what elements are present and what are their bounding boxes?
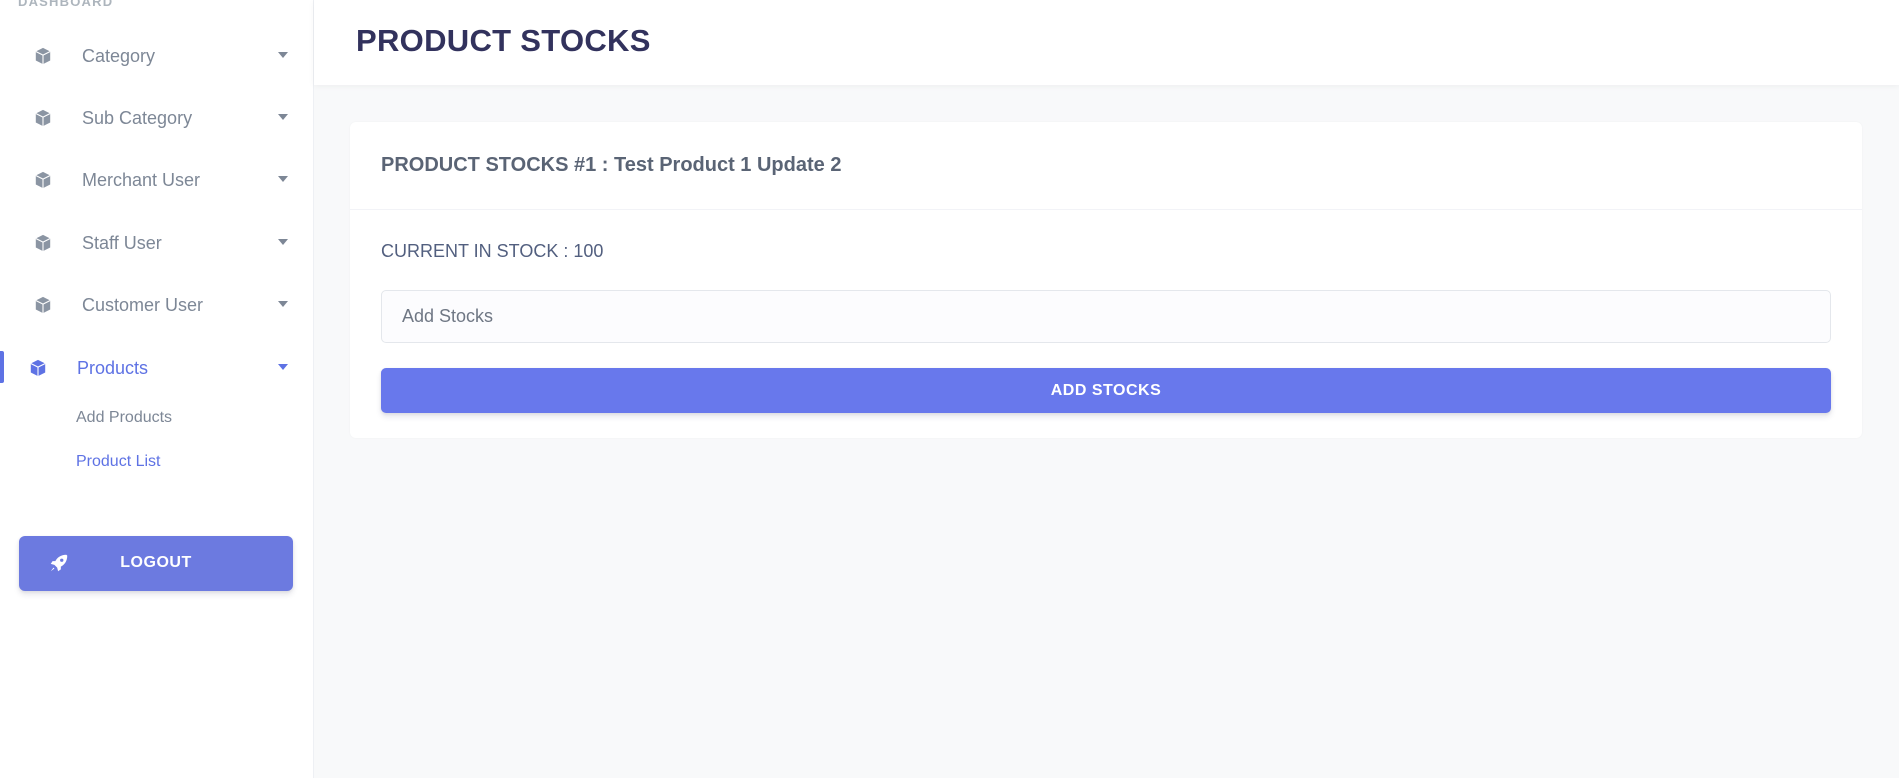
chevron-down-icon	[278, 176, 288, 182]
sidebar-section-heading: DASHBOARD	[18, 0, 114, 9]
sidebar-item-label: Merchant User	[82, 169, 201, 190]
sidebar-subitem-product-list[interactable]: Product List	[76, 453, 160, 471]
sidebar-subitem-add-products[interactable]: Add Products	[76, 409, 172, 427]
sidebar-item-label: Staff User	[82, 232, 162, 253]
cube-icon	[30, 359, 46, 377]
sidebar-item-label: Products	[77, 357, 149, 378]
sidebar-item-sub-category[interactable]: Sub Category	[0, 98, 314, 138]
sidebar-item-merchant-user[interactable]: Merchant User	[0, 160, 314, 200]
sidebar-item-products[interactable]: Products	[0, 348, 314, 388]
sidebar-item-staff-user[interactable]: Staff User	[0, 223, 314, 263]
card-title: PRODUCT STOCKS #1 : Test Product 1 Updat…	[381, 154, 842, 176]
page-title: PRODUCT STOCKS	[356, 23, 651, 58]
current-stock-text: CURRENT IN STOCK : 100	[381, 241, 604, 261]
cube-icon	[35, 296, 51, 314]
sidebar-item-category[interactable]: Category	[0, 36, 314, 76]
stock-card: PRODUCT STOCKS #1 : Test Product 1 Updat…	[350, 122, 1862, 438]
cube-icon	[35, 47, 51, 65]
chevron-down-icon	[278, 301, 288, 307]
top-header: PRODUCT STOCKS	[314, 0, 1899, 85]
sidebar-item-label: Category	[82, 45, 156, 66]
chevron-down-icon	[278, 364, 288, 370]
chevron-down-icon	[278, 52, 288, 58]
cube-icon	[35, 234, 51, 252]
sidebar-item-label: Customer User	[82, 294, 204, 315]
cube-icon	[35, 109, 51, 127]
chevron-down-icon	[278, 114, 288, 120]
add-stocks-input[interactable]	[381, 290, 1831, 343]
sidebar-item-customer-user[interactable]: Customer User	[0, 285, 314, 325]
chevron-down-icon	[278, 239, 288, 245]
sidebar-item-label: Sub Category	[82, 107, 193, 128]
sidebar: DASHBOARD Category Sub Category Merchant…	[0, 0, 314, 778]
card-header: PRODUCT STOCKS #1 : Test Product 1 Updat…	[350, 122, 1862, 210]
logout-button[interactable]: LOGOUT	[19, 536, 293, 591]
add-stocks-button[interactable]: ADD STOCKS	[381, 368, 1831, 413]
cube-icon	[35, 171, 51, 189]
logout-label: LOGOUT	[120, 554, 192, 571]
